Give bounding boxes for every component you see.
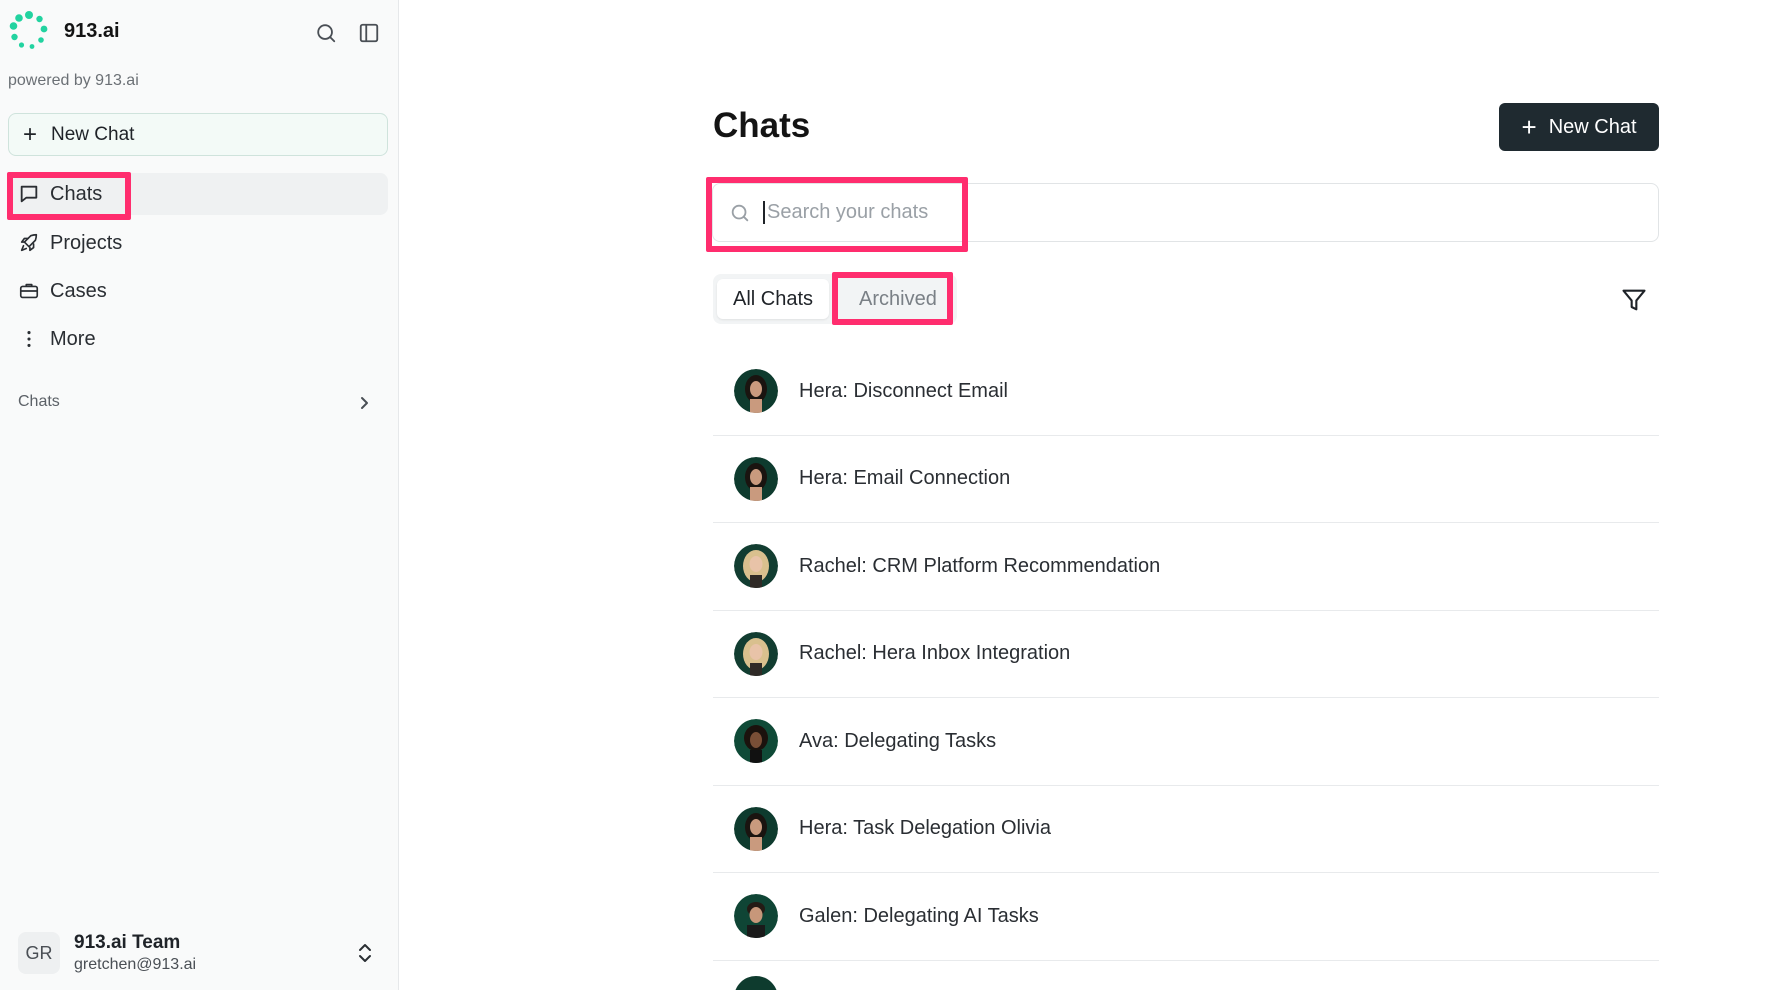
user-avatar: GR (18, 932, 60, 974)
section-label-chats[interactable]: Chats (18, 393, 60, 411)
chat-title: Hera: Task Delegation Olivia (799, 817, 1051, 840)
sidebar-item-label: Cases (50, 279, 107, 302)
sidebar-new-chat-label: New Chat (51, 123, 135, 145)
new-chat-label: New Chat (1548, 115, 1637, 138)
tab-all-chats[interactable]: All Chats (717, 279, 830, 319)
list-item[interactable]: Ava: Delegating Tasks (713, 698, 1659, 786)
chevron-right-icon[interactable] (356, 393, 374, 413)
list-item[interactable]: Hera: Disconnect Email (713, 348, 1659, 436)
message-square-icon (18, 183, 40, 205)
chat-filter-tabs: All Chats Archived (713, 274, 957, 324)
sidebar-item-chats[interactable]: Chats (8, 173, 388, 215)
chat-title: Hera: Email Connection (799, 467, 1011, 490)
chat-title: Ava: Delegating Tasks (799, 729, 997, 752)
new-chat-button[interactable]: + New Chat (1499, 103, 1659, 151)
sidebar-item-label: Projects (50, 231, 123, 254)
chat-title: Rachel: Hera Inbox Integration (799, 642, 1071, 665)
brand-logo-icon (9, 11, 48, 49)
hera-avatar (734, 369, 778, 414)
chat-title: Hera: Disconnect Email (799, 379, 1008, 402)
chat-title: Galen: Delegating AI Tasks (799, 904, 1039, 927)
tab-archived[interactable]: Archived (843, 279, 953, 319)
user-account-switcher[interactable]: GR 913.ai Team gretchen@913.ai (18, 928, 380, 978)
filter-icon[interactable] (1620, 286, 1648, 314)
hera-avatar (734, 806, 778, 851)
rachel-avatar (734, 631, 778, 676)
sidebar-item-cases[interactable]: Cases (8, 270, 388, 312)
page-title: Chats (713, 106, 811, 145)
plus-icon: + (23, 120, 38, 148)
chevrons-up-down-icon[interactable] (356, 942, 374, 964)
sidebar-new-chat-button[interactable]: + New Chat (8, 113, 388, 156)
sidebar-item-label: Chats (50, 182, 103, 205)
chat-title: Rachel: CRM Platform Recommendation (799, 554, 1161, 577)
rachel-avatar (734, 544, 778, 589)
user-name: 913.ai Team (74, 932, 181, 953)
hera-avatar (734, 456, 778, 501)
user-email: gretchen@913.ai (74, 956, 197, 973)
sidebar-item-label: More (50, 327, 96, 350)
sidebar-item-more[interactable]: More (8, 318, 388, 360)
brand-name: 913.ai (64, 19, 120, 42)
briefcase-icon (18, 280, 40, 302)
search-icon[interactable] (313, 20, 339, 46)
list-item[interactable]: Hera: Task Delegation Olivia (713, 786, 1659, 873)
sidebar-toggle-icon[interactable] (356, 20, 382, 46)
galen-avatar (734, 894, 778, 939)
sidebar-item-projects[interactable]: Projects (8, 222, 388, 264)
sidebar: 913.ai powered by 913.ai + New Chat Chat… (0, 0, 399, 990)
partial-avatar (735, 976, 777, 990)
search-icon (731, 204, 749, 221)
list-item[interactable]: Rachel: Hera Inbox Integration (713, 611, 1659, 698)
plus-icon: + (1521, 112, 1537, 142)
list-item[interactable]: Rachel: CRM Platform Recommendation (713, 523, 1659, 611)
brand[interactable]: 913.ai (8, 10, 120, 52)
ava-avatar (734, 719, 778, 764)
more-vertical-icon (18, 328, 40, 350)
list-item[interactable]: Hera: Email Connection (713, 436, 1659, 523)
search-input[interactable] (763, 201, 1363, 224)
rocket-icon (18, 232, 40, 254)
list-item[interactable]: Galen: Delegating AI Tasks (713, 873, 1659, 961)
powered-by-text: powered by 913.ai (8, 72, 139, 89)
search-bar[interactable] (712, 183, 1659, 242)
chat-list: Hera: Disconnect Email Hera: Email Conne… (713, 348, 1659, 961)
